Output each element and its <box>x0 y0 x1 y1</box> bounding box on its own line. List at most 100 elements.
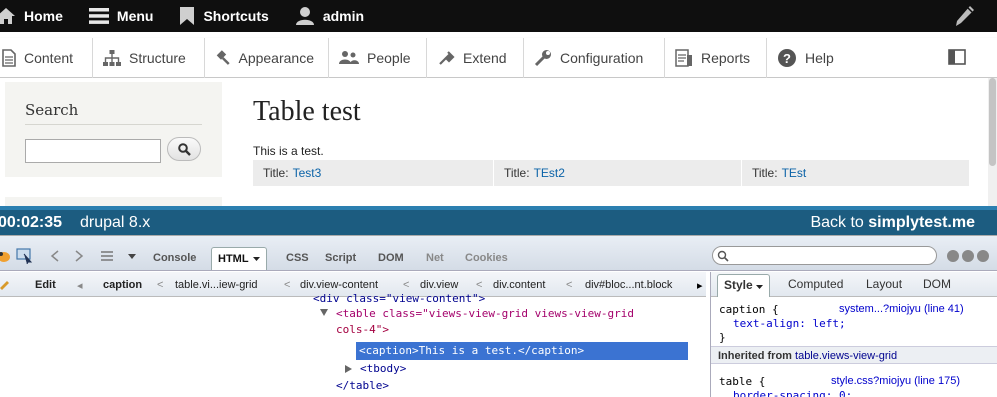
css-property[interactable]: text-align: left; <box>733 317 846 330</box>
css-selector: caption { <box>719 303 779 316</box>
divider <box>25 124 202 125</box>
tray-label-people: People <box>367 50 411 66</box>
pencil-icon[interactable] <box>955 5 975 27</box>
breadcrumb-item[interactable]: div.content <box>493 279 545 291</box>
tray-item-appearance[interactable]: Appearance <box>205 38 329 78</box>
breadcrumb-item[interactable]: div.view <box>420 279 458 291</box>
collapse-triangle-icon[interactable] <box>345 365 352 373</box>
inherited-from-link[interactable]: table.views-view-grid <box>795 350 897 362</box>
breadcrumb-scroll-left[interactable]: ◂ <box>77 279 83 292</box>
back-prefix: Back to <box>810 214 869 231</box>
list-icon[interactable] <box>100 250 114 262</box>
forward-arrow-icon[interactable] <box>74 250 84 262</box>
tray-orientation-icon[interactable] <box>947 47 967 67</box>
tab-html[interactable]: HTML <box>211 247 267 270</box>
tray-item-configuration[interactable]: Configuration <box>524 38 665 78</box>
timer: 00:02:35 <box>0 214 63 231</box>
tab-cookies[interactable]: Cookies <box>465 248 508 268</box>
selected-html-line[interactable]: <caption>This is a test.</caption> <box>356 342 688 360</box>
tray-item-people[interactable]: People <box>329 38 427 78</box>
toolbar-shortcuts[interactable]: Shortcuts <box>179 0 269 32</box>
expand-triangle-icon[interactable] <box>320 309 328 316</box>
grid-cell-link[interactable]: TEst2 <box>534 166 565 180</box>
html-line[interactable]: </table> <box>336 379 389 392</box>
edit-button[interactable]: Edit <box>35 279 56 291</box>
tab-dom[interactable]: DOM <box>378 248 404 268</box>
tray-label-reports: Reports <box>701 50 751 66</box>
tab-style-label: Style <box>724 278 753 292</box>
firebug-panel: Console HTML CSS Script DOM Net Cookies … <box>0 235 997 397</box>
page-body: Search Table test This is a test. Title:… <box>0 78 988 206</box>
html-tree: <div class="view-content"> <table class=… <box>0 292 706 397</box>
tab-script[interactable]: Script <box>325 248 356 268</box>
tray-label-configuration: Configuration <box>560 50 644 66</box>
toolbar-home[interactable]: Home <box>0 0 63 32</box>
simplytest-bar: 00:02:35 drupal 8.x Back to simplytest.m… <box>0 206 997 235</box>
edit-icon[interactable] <box>0 278 10 290</box>
search-input[interactable] <box>25 139 161 163</box>
breadcrumb-item[interactable]: div.view-content <box>300 279 378 291</box>
tray-item-structure[interactable]: Structure <box>93 38 205 78</box>
scrollbar-thumb[interactable] <box>989 78 996 166</box>
breadcrumb-item[interactable]: caption <box>103 279 142 291</box>
breadcrumb-item[interactable]: table.vi...iew-grid <box>175 279 258 291</box>
css-source-link[interactable]: style.css?miojyu (line 175) <box>831 375 960 387</box>
breadcrumb-item[interactable]: div#bloc...nt.block <box>585 279 672 291</box>
grid-cell-link[interactable]: TEst <box>782 166 807 180</box>
breadcrumb-scroll-right[interactable]: ▸ <box>697 279 703 292</box>
back-to-simplytest-link[interactable]: Back to simplytest.me <box>810 214 975 232</box>
tray-label-help: Help <box>805 50 834 66</box>
tab-css[interactable]: CSS <box>286 248 309 268</box>
side-panel-tabs: Style Computed Layout DOM <box>711 272 997 297</box>
tray-item-extend[interactable]: Extend <box>427 38 524 78</box>
firebug-icon[interactable] <box>0 248 12 264</box>
tray-item-reports[interactable]: Reports <box>665 38 767 78</box>
bookmark-icon <box>180 7 195 25</box>
tab-html-label: HTML <box>218 253 249 265</box>
back-arrow-icon[interactable] <box>50 250 60 262</box>
tray-label-structure: Structure <box>129 50 186 66</box>
tray-label-appearance: Appearance <box>238 50 314 66</box>
tab-computed[interactable]: Computed <box>788 277 843 291</box>
html-line[interactable]: <tbody> <box>360 362 406 375</box>
svg-text:?: ? <box>783 51 791 66</box>
tab-style[interactable]: Style <box>717 274 771 297</box>
hamburger-icon <box>88 8 109 24</box>
grid-cell: Title: TEst2 <box>494 160 742 186</box>
html-line[interactable]: cols-4"> <box>336 323 389 336</box>
views-grid-row: Title: Test3 Title: TEst2 Title: TEst <box>253 160 969 186</box>
tray-item-help[interactable]: ? Help <box>767 38 857 78</box>
grid-cell: Title: Test3 <box>253 160 494 186</box>
firebug-search-input[interactable] <box>712 246 937 265</box>
inherited-label: Inherited from <box>718 350 796 362</box>
grid-cell-link[interactable]: Test3 <box>293 166 322 180</box>
dropdown-arrow-icon[interactable] <box>128 254 136 259</box>
minimize-button[interactable] <box>947 250 959 262</box>
main-content: Table test This is a test. Title: Test3 … <box>253 96 969 186</box>
search-icon <box>177 142 191 156</box>
css-source-link[interactable]: system...?miojyu (line 41) <box>839 303 964 315</box>
css-selector: table { <box>719 375 766 388</box>
css-property[interactable]: border-spacing: 0; <box>733 389 852 397</box>
toolbar-user[interactable]: admin <box>295 0 364 32</box>
page-scrollbar[interactable] <box>988 78 997 206</box>
detach-button[interactable] <box>962 250 974 262</box>
tab-console[interactable]: Console <box>153 248 196 268</box>
screen: Home Menu Shortcuts admin Content Struct… <box>0 0 997 397</box>
tab-layout[interactable]: Layout <box>866 277 902 291</box>
search-button[interactable] <box>167 137 201 161</box>
close-button[interactable] <box>977 250 989 262</box>
back-site: simplytest.me <box>868 214 975 231</box>
breadcrumb-separator: < <box>157 279 164 291</box>
tab-dom-side[interactable]: DOM <box>923 277 951 291</box>
breadcrumb-separator: < <box>566 279 573 291</box>
toolbar-menu[interactable]: Menu <box>88 0 153 32</box>
tab-net[interactable]: Net <box>426 248 444 268</box>
breadcrumb-separator: < <box>476 279 483 291</box>
grid-cell-label: Title: <box>752 166 778 180</box>
html-line[interactable]: <table class="views-view-grid views-view… <box>336 307 634 320</box>
inspect-icon[interactable] <box>16 248 34 264</box>
tray-item-content[interactable]: Content <box>0 38 93 78</box>
html-line[interactable]: <div class="view-content"> <box>313 292 485 305</box>
search-block: Search <box>5 82 222 177</box>
